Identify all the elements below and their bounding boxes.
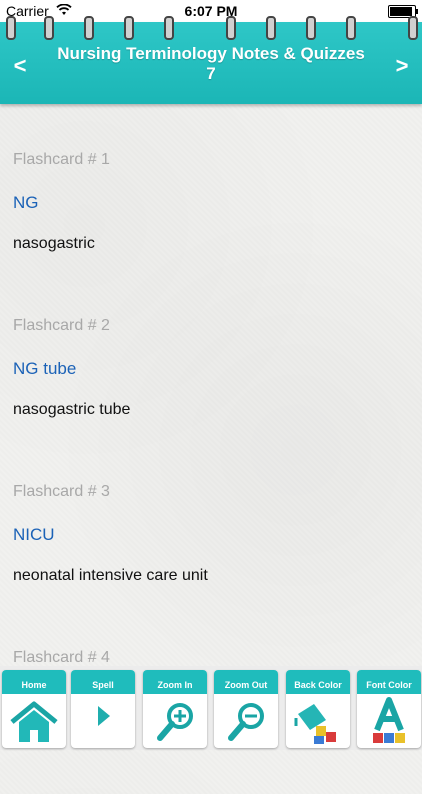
back-color-button[interactable]: Back Color [286, 670, 350, 748]
flashcard-term: NG tube [13, 359, 77, 378]
paint-bucket-icon [294, 704, 336, 744]
back-color-button-label: Back Color [286, 670, 350, 694]
zoom-in-icon [157, 703, 193, 741]
spell-button[interactable]: Spell [71, 670, 135, 748]
flashcard: Flashcard # 3 NICU neonatal intensive ca… [13, 462, 413, 628]
flashcard-number: Flashcard # 1 [13, 151, 110, 168]
spell-button-label: Spell [71, 670, 135, 694]
title-line-1: Nursing Terminology Notes & Quizzes [57, 44, 365, 63]
flashcard: Flashcard # 2 NG tube nasogastric tube [13, 296, 413, 462]
flashcard-number: Flashcard # 4 [13, 649, 110, 666]
play-icon [98, 706, 110, 726]
zoom-in-button-label: Zoom In [143, 670, 207, 694]
flashcard-number: Flashcard # 2 [13, 317, 110, 334]
flashcard-term: NG [13, 193, 39, 212]
header-bar: < Nursing Terminology Notes & Quizzes 7 … [0, 16, 422, 104]
zoom-out-button[interactable]: Zoom Out [214, 670, 278, 748]
font-color-icon [373, 697, 405, 743]
home-icon [10, 701, 58, 742]
home-button-label: Home [2, 670, 66, 694]
font-color-button[interactable]: Font Color [357, 670, 421, 748]
title-line-2: 7 [206, 64, 216, 83]
zoom-out-button-label: Zoom Out [214, 670, 278, 694]
flashcard-definition: nasogastric tube [13, 401, 131, 418]
flashcard-number: Flashcard # 3 [13, 483, 110, 500]
page-title: Nursing Terminology Notes & Quizzes 7 [40, 44, 382, 84]
zoom-in-button[interactable]: Zoom In [143, 670, 207, 748]
flashcard-definition: nasogastric [13, 235, 95, 252]
home-button[interactable]: Home [2, 670, 66, 748]
bottom-toolbar: Home Spell Zoom In Zoom Out Back Color F… [0, 666, 422, 750]
font-color-button-label: Font Color [357, 670, 421, 694]
prev-button[interactable]: < [6, 52, 34, 80]
zoom-out-icon [228, 703, 264, 741]
next-button[interactable]: > [388, 52, 416, 80]
flashcard-term: NICU [13, 525, 55, 544]
binder-rings [0, 16, 422, 42]
flashcard-definition: neonatal intensive care unit [13, 567, 208, 584]
flashcard: Flashcard # 1 NG nasogastric [13, 130, 413, 296]
